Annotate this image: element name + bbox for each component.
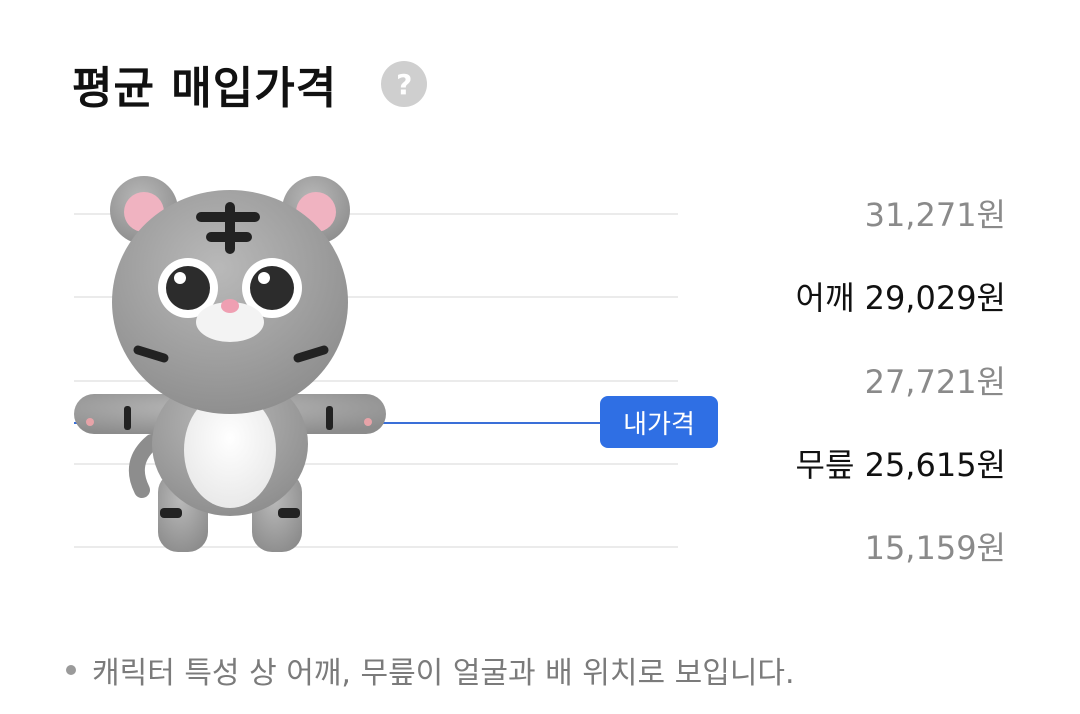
price-value: 29,029원 [864,279,1006,317]
footer-note-text: 캐릭터 특성 상 어깨, 무릎이 얼굴과 배 위치로 보입니다. [92,656,795,691]
price-value: 25,615원 [864,446,1006,484]
price-prefix: 어깨 [795,279,855,317]
price-value: 31,271원 [864,196,1006,234]
price-level-shoulder: 어깨 29,029원 [796,273,1006,319]
price-level-1: 31,271원 [865,190,1006,236]
price-value: 15,159원 [864,529,1006,567]
tiger-character-icon [74,176,386,552]
price-value: 27,721원 [864,363,1006,401]
price-chart: 31,271원 어깨 29,029원 27,721원 무릎 25,615원 15… [0,0,1080,600]
price-level-knee: 무릎 25,615원 [796,440,1006,486]
my-price-tag[interactable]: 내가격 [600,396,718,448]
price-prefix: 무릎 [795,446,855,484]
footer-note: 캐릭터 특성 상 어깨, 무릎이 얼굴과 배 위치로 보입니다. [66,648,795,692]
price-level-3: 27,721원 [865,357,1006,403]
bullet-icon [66,665,76,675]
price-level-5: 15,159원 [865,523,1006,569]
